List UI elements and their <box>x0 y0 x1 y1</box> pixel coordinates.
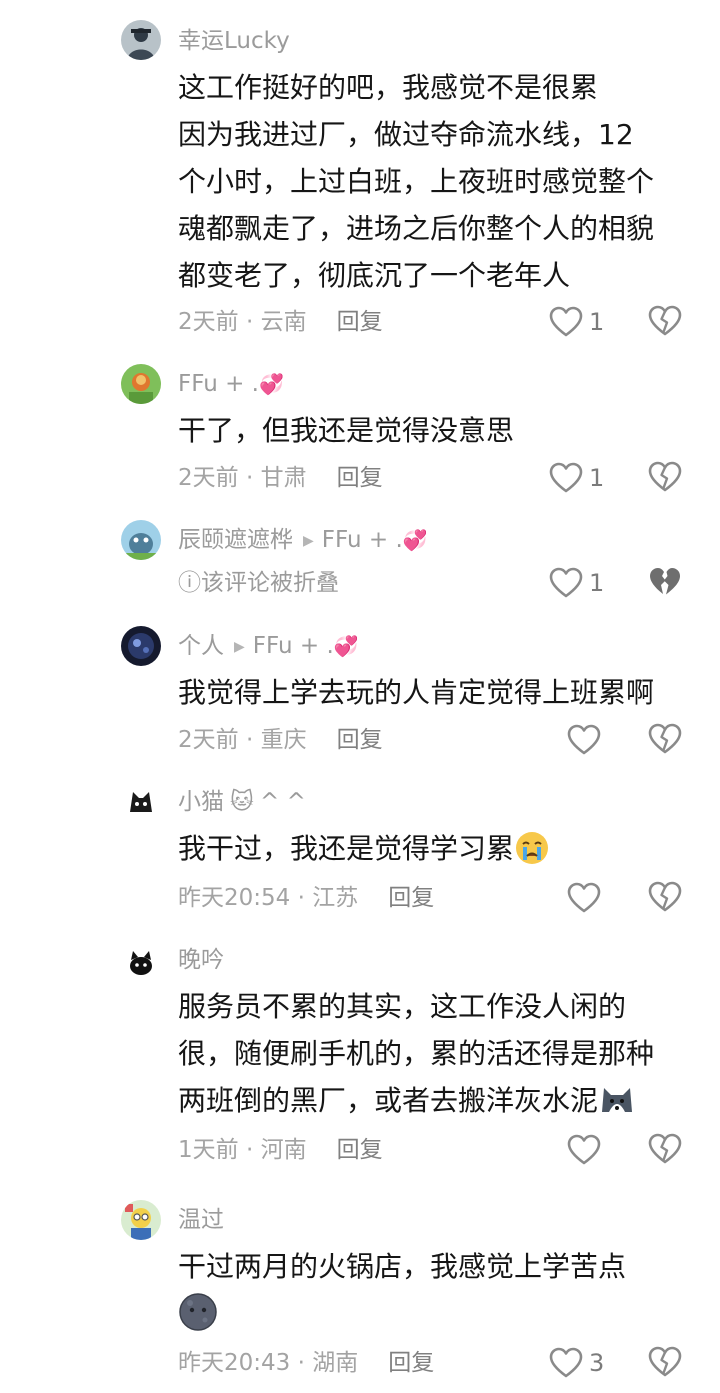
comment-location: 江苏 <box>312 885 359 911</box>
heart-icon <box>549 567 583 599</box>
comment-meta: 2天前 · 云南 回复 <box>178 309 383 335</box>
comment-time: 昨天20:43 <box>178 1350 291 1376</box>
comment-meta: 2天前 · 重庆 回复 <box>178 727 383 753</box>
like-button[interactable] <box>567 1133 601 1167</box>
heart-icon <box>549 462 583 494</box>
comment-username[interactable]: 小猫 🐱 ^ ^ <box>178 787 306 817</box>
comment-time: 1天前 <box>178 1137 239 1163</box>
comment-time: 昨天20:54 <box>178 885 291 911</box>
comment-username[interactable]: FFu + .💞 <box>178 369 284 399</box>
avatar[interactable] <box>121 782 161 822</box>
avatar[interactable] <box>121 626 161 666</box>
comment-text: 我干过，我还是觉得学习累 <box>178 825 698 872</box>
avatar[interactable] <box>121 520 161 560</box>
broken-heart-filled-icon[interactable] <box>648 566 682 598</box>
like-button[interactable]: 1 <box>549 461 604 495</box>
comment-username[interactable]: 辰颐遮遮桦 ▶ FFu + .💞 <box>178 525 428 558</box>
comment-username[interactable]: 晚吟 <box>178 945 224 975</box>
info-icon: ⓘ <box>178 570 201 596</box>
avatar[interactable] <box>121 20 161 60</box>
comment-username[interactable]: 幸运Lucky <box>178 26 290 56</box>
comment-text: 我觉得上学去玩的人肯定觉得上班累啊 <box>178 676 655 709</box>
broken-heart-icon[interactable] <box>648 461 682 493</box>
reply-button[interactable]: 回复 <box>337 727 383 753</box>
comment-meta: 1天前 · 河南 回复 <box>178 1137 383 1163</box>
reply-arrow-icon: ▶ <box>303 533 314 549</box>
avatar[interactable] <box>121 1200 161 1240</box>
comment-meta: 昨天20:43 · 湖南 回复 <box>178 1350 435 1376</box>
comment-location: 河南 <box>260 1137 307 1163</box>
like-count: 1 <box>589 569 605 597</box>
comment-meta: 昨天20:54 · 江苏 回复 <box>178 885 435 911</box>
heart-icon <box>567 1134 601 1166</box>
crying-face-emoji <box>516 832 549 864</box>
reply-button[interactable]: 回复 <box>337 309 383 335</box>
comment-text: 这工作挺好的吧，我感觉不是很累 因为我进过厂，做过夺命流水线，12 个小时，上过… <box>178 71 655 292</box>
comment-time: 2天前 <box>178 727 239 753</box>
comment-username[interactable]: 温过 <box>178 1205 224 1235</box>
comment-location: 甘肃 <box>260 465 307 491</box>
reply-button[interactable]: 回复 <box>388 885 434 911</box>
husky-dog-emoji <box>602 1088 633 1112</box>
broken-heart-icon[interactable] <box>648 723 682 755</box>
comment-text: 干过两月的火锅店，我感觉上学苦点 <box>178 1250 627 1283</box>
sparkle-hearts-emoji: 💞 <box>333 634 359 658</box>
heart-icon <box>549 306 583 338</box>
heart-icon <box>567 724 601 756</box>
comment-username[interactable]: 个人 ▶ FFu + .💞 <box>178 631 359 664</box>
broken-heart-icon[interactable] <box>648 881 682 913</box>
reply-button[interactable]: 回复 <box>337 465 383 491</box>
like-button[interactable]: 3 <box>549 1346 604 1380</box>
sparkle-hearts-emoji: 💞 <box>258 372 284 396</box>
comment-meta: 2天前 · 甘肃 回复 <box>178 465 383 491</box>
broken-heart-icon[interactable] <box>648 1133 682 1165</box>
comment-location: 湖南 <box>312 1350 359 1376</box>
like-count: 1 <box>589 308 605 336</box>
avatar[interactable] <box>121 942 161 982</box>
sparkle-hearts-emoji: 💞 <box>402 528 428 552</box>
broken-heart-icon[interactable] <box>648 305 682 337</box>
heart-icon <box>567 882 601 914</box>
comment-location: 重庆 <box>260 727 307 753</box>
reply-button[interactable]: 回复 <box>337 1137 383 1163</box>
folded-notice[interactable]: ⓘ该评论被折叠 <box>178 568 339 598</box>
avatar[interactable] <box>121 364 161 404</box>
moon-face-emoji <box>179 1293 217 1331</box>
heart-icon <box>549 1347 583 1379</box>
reply-arrow-icon: ▶ <box>234 639 245 655</box>
comment-location: 云南 <box>260 309 307 335</box>
comment-time: 2天前 <box>178 309 239 335</box>
like-button[interactable] <box>567 881 601 915</box>
like-count: 1 <box>589 464 605 492</box>
like-button[interactable]: 1 <box>549 566 604 600</box>
reply-button[interactable]: 回复 <box>388 1350 434 1376</box>
comment-text: 干了，但我还是觉得没意思 <box>178 414 515 447</box>
like-button[interactable]: 1 <box>549 305 604 339</box>
comment-time: 2天前 <box>178 465 239 491</box>
like-count: 3 <box>589 1349 605 1377</box>
broken-heart-icon[interactable] <box>648 1346 682 1378</box>
like-button[interactable] <box>567 723 601 757</box>
cat-emoji: 🐱 <box>230 789 254 815</box>
comment-text: 服务员不累的其实，这工作没人闲的 很，随便刷手机的，累的活还得是那种 两班倒的黑… <box>178 990 655 1117</box>
